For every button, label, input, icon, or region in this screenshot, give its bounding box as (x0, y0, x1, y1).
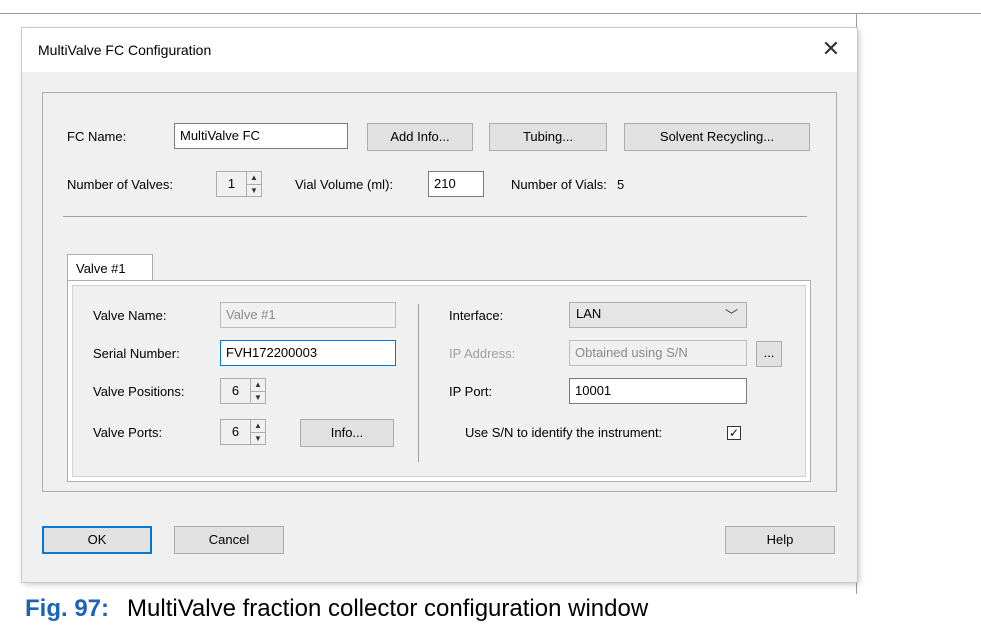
cancel-button[interactable]: Cancel (174, 526, 284, 554)
title-bar: MultiValve FC Configuration ✕ (22, 28, 857, 72)
figure-caption: Fig. 97: MultiValve fraction collector co… (25, 595, 648, 623)
use-sn-label: Use S/N to identify the instrument: (465, 425, 663, 440)
figure-label: Fig. 97: (25, 595, 110, 622)
ip-browse-button[interactable]: ... (756, 341, 782, 367)
valve-ports-value: 6 (220, 419, 250, 445)
configuration-dialog: MultiValve FC Configuration ✕ FC Name: M… (22, 28, 857, 582)
number-of-vials-label: Number of Vials: (511, 177, 607, 192)
valve-name-label: Valve Name: (93, 308, 167, 323)
interface-select[interactable]: LAN ﹀ (569, 302, 747, 328)
valve-positions-stepper[interactable]: 6 ▲ ▼ (220, 378, 266, 404)
column-separator (418, 304, 419, 462)
dialog-client-area: FC Name: MultiValve FC Add Info... Tubin… (22, 72, 857, 582)
valve-tab-panel: Valve Name: Valve #1 Serial Number: FVH1… (67, 280, 811, 482)
valve-ports-stepper[interactable]: 6 ▲ ▼ (220, 419, 266, 445)
ip-address-input: Obtained using S/N (569, 340, 747, 366)
valve-info-button[interactable]: Info... (300, 419, 394, 447)
spin-arrows-icon[interactable]: ▲ ▼ (250, 378, 266, 404)
chevron-down-icon: ﹀ (724, 308, 738, 323)
number-of-valves-label: Number of Valves: (67, 177, 173, 192)
group-separator (63, 216, 807, 217)
valve-name-input: Valve #1 (220, 302, 396, 328)
spin-arrows-icon[interactable]: ▲ ▼ (250, 419, 266, 445)
spin-arrows-icon[interactable]: ▲ ▼ (246, 171, 262, 197)
figure-caption-text: MultiValve fraction collector configurat… (127, 595, 649, 622)
ok-button[interactable]: OK (42, 526, 152, 554)
interface-selected-value: LAN (576, 306, 602, 321)
fc-name-label: FC Name: (67, 129, 127, 144)
valve-ports-label: Valve Ports: (93, 425, 163, 440)
number-of-valves-value: 1 (216, 171, 246, 197)
add-info-button[interactable]: Add Info... (367, 123, 473, 151)
vial-volume-label: Vial Volume (ml): (295, 177, 394, 192)
ip-port-label: IP Port: (449, 384, 493, 399)
valve-positions-label: Valve Positions: (93, 384, 185, 399)
valve-settings-area: Valve Name: Valve #1 Serial Number: FVH1… (72, 285, 806, 477)
interface-label: Interface: (449, 308, 504, 323)
ip-address-label: IP Address: (449, 346, 516, 361)
vial-volume-input[interactable]: 210 (428, 171, 484, 197)
serial-number-input[interactable]: FVH172200003 (220, 340, 396, 366)
serial-number-label: Serial Number: (93, 346, 180, 361)
tubing-button[interactable]: Tubing... (489, 123, 607, 151)
valve-positions-value: 6 (220, 378, 250, 404)
number-of-valves-stepper[interactable]: 1 ▲ ▼ (216, 171, 262, 197)
help-button[interactable]: Help (725, 526, 835, 554)
close-icon[interactable]: ✕ (818, 36, 844, 62)
fc-name-input[interactable]: MultiValve FC (174, 123, 348, 149)
number-of-vials-value: 5 (617, 177, 625, 192)
use-sn-checkbox[interactable]: ✓ (727, 426, 741, 440)
solvent-recycling-button[interactable]: Solvent Recycling... (624, 123, 810, 151)
tab-valve-1[interactable]: Valve #1 (67, 254, 153, 281)
ip-port-input[interactable]: 10001 (569, 378, 747, 404)
dialog-title: MultiValve FC Configuration (38, 42, 212, 58)
